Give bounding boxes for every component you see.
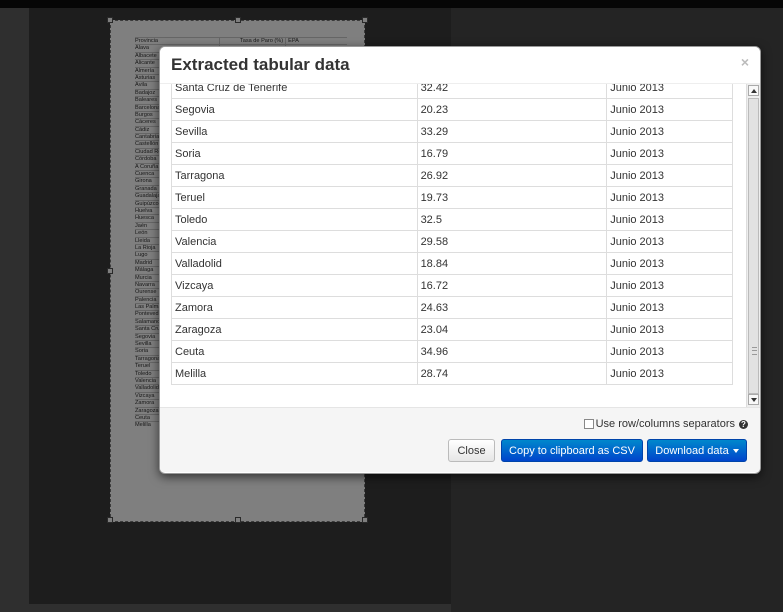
table-row: Teruel 19.73 Junio 2013 [171, 186, 733, 209]
table-cell: Vizcaya [171, 274, 418, 297]
help-icon[interactable]: ? [739, 419, 748, 429]
table-cell: 28.74 [416, 362, 608, 385]
modal-header: Extracted tabular data × [160, 47, 760, 84]
table-cell: Junio 2013 [606, 208, 733, 231]
table-cell: Junio 2013 [606, 274, 733, 297]
scrollbar-thumb[interactable] [748, 98, 759, 394]
table-cell: 20.23 [416, 98, 608, 121]
table-cell: 18.84 [416, 252, 608, 275]
table-row: Zaragoza 23.04 Junio 2013 [171, 318, 733, 341]
table-row: Soria 16.79 Junio 2013 [171, 142, 733, 165]
table-cell: Toledo [171, 208, 418, 231]
table-cell: Sevilla [171, 120, 418, 143]
caret-down-icon [732, 448, 739, 453]
table-row: Segovia 20.23 Junio 2013 [171, 98, 733, 121]
download-data-button[interactable]: Download data [647, 439, 747, 462]
table-cell: Junio 2013 [606, 83, 733, 99]
close-button-label: Close [457, 444, 486, 457]
table-cell: Junio 2013 [606, 120, 733, 143]
table-cell: 16.79 [416, 142, 608, 165]
table-cell: Junio 2013 [606, 186, 733, 209]
download-data-button-label: Download data [655, 444, 729, 457]
table-row: Zamora 24.63 Junio 2013 [171, 296, 733, 319]
table-cell: Teruel [171, 186, 418, 209]
close-button[interactable]: Close [448, 439, 495, 462]
table-cell: Melilla [171, 362, 418, 385]
table-row: Ceuta 34.96 Junio 2013 [171, 340, 733, 363]
table-row: Valencia 29.58 Junio 2013 [171, 230, 733, 253]
copy-csv-button-label: Copy to clipboard as CSV [509, 444, 635, 457]
table-cell: 24.63 [416, 296, 608, 319]
extracted-table: Santa Cruz de Tenerife 32.42 Junio 2013 Seg… [171, 83, 733, 385]
grip-icon [752, 347, 757, 355]
table-row: Melilla 28.74 Junio 2013 [171, 362, 733, 385]
close-icon[interactable]: × [741, 54, 749, 70]
table-cell: Santa Cruz de Tenerife [171, 83, 418, 99]
scroll-up-arrow-icon[interactable] [748, 85, 759, 96]
table-cell: 32.5 [416, 208, 608, 231]
table-cell: 16.72 [416, 274, 608, 297]
table-cell: Junio 2013 [606, 362, 733, 385]
table-cell: 33.29 [416, 120, 608, 143]
table-cell: Segovia [171, 98, 418, 121]
table-cell: Junio 2013 [606, 340, 733, 363]
modal-body[interactable]: Santa Cruz de Tenerife 32.42 Junio 2013 Seg… [160, 83, 760, 408]
table-cell: 26.92 [416, 164, 608, 187]
table-cell: Soria [171, 142, 418, 165]
table-cell: Valladolid [171, 252, 418, 275]
table-cell: Junio 2013 [606, 252, 733, 275]
table-cell: Ceuta [171, 340, 418, 363]
modal-footer: Use row/columns separators ? Close Copy … [160, 408, 760, 472]
table-cell: Zaragoza [171, 318, 418, 341]
copy-csv-button[interactable]: Copy to clipboard as CSV [501, 439, 643, 462]
table-cell: Junio 2013 [606, 142, 733, 165]
table-cell: 32.42 [416, 83, 608, 99]
table-row: Sevilla 33.29 Junio 2013 [171, 120, 733, 143]
table-cell: 19.73 [416, 186, 608, 209]
table-cell: Junio 2013 [606, 164, 733, 187]
table-cell: Valencia [171, 230, 418, 253]
table-cell: Junio 2013 [606, 318, 733, 341]
modal-title: Extracted tabular data [171, 55, 350, 74]
table-row: Valladolid 18.84 Junio 2013 [171, 252, 733, 275]
table-cell: Zamora [171, 296, 418, 319]
table-row: Toledo 32.5 Junio 2013 [171, 208, 733, 231]
table-cell: 23.04 [416, 318, 608, 341]
scroll-down-arrow-icon[interactable] [748, 394, 759, 405]
table-cell: Junio 2013 [606, 230, 733, 253]
table-cell: Junio 2013 [606, 296, 733, 319]
extracted-data-dialog: Extracted tabular data × Santa Cruz de T… [159, 46, 761, 474]
vertical-scrollbar[interactable] [746, 83, 760, 407]
separators-option: Use row/columns separators ? [583, 418, 748, 430]
separators-label: Use row/columns separators [595, 418, 735, 430]
table-cell: Tarragona [171, 164, 418, 187]
table-cell: 29.58 [416, 230, 608, 253]
table-row: Tarragona 26.92 Junio 2013 [171, 164, 733, 187]
separators-checkbox[interactable] [583, 419, 594, 429]
table-row: Santa Cruz de Tenerife 32.42 Junio 2013 [171, 83, 733, 99]
table-cell: Junio 2013 [606, 98, 733, 121]
table-cell: 34.96 [416, 340, 608, 363]
table-row: Vizcaya 16.72 Junio 2013 [171, 274, 733, 297]
